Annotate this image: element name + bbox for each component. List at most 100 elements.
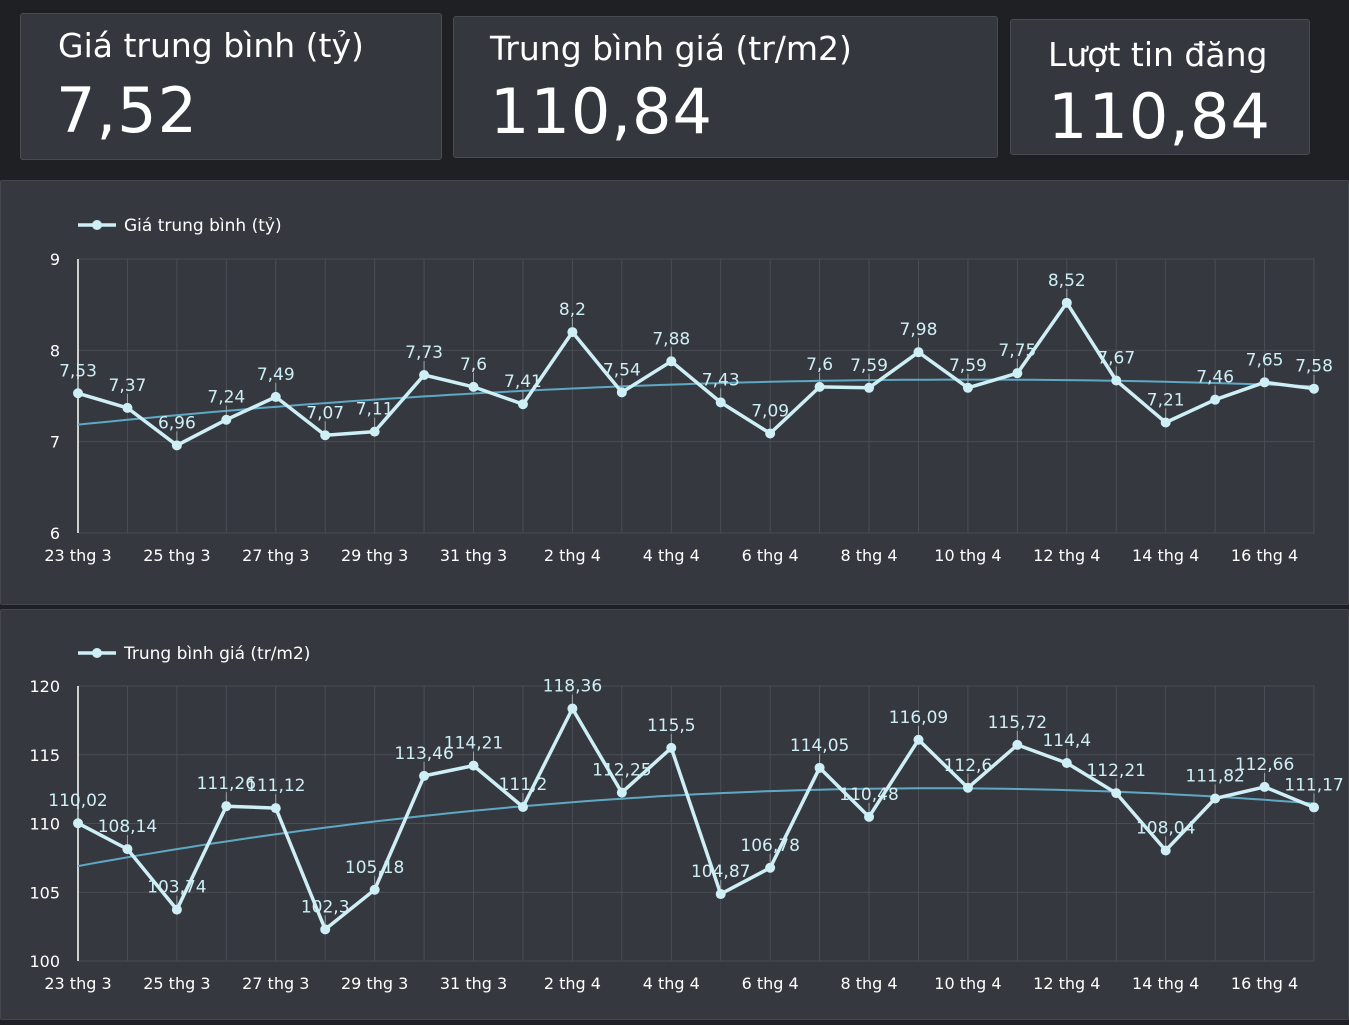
data-label: 105,18	[345, 858, 404, 878]
data-label: 7,21	[1147, 390, 1185, 410]
data-label: 7,67	[1097, 348, 1135, 368]
legend-label: Trung bình giá (tr/m2)	[123, 644, 310, 664]
x-tick-label: 6 thg 4	[742, 974, 799, 993]
y-tick-label: 105	[29, 883, 60, 902]
data-point	[221, 801, 232, 812]
trendline	[77, 787, 1315, 868]
data-label: 114,21	[444, 734, 503, 754]
data-point	[517, 399, 528, 410]
data-label: 114,4	[1042, 731, 1091, 751]
data-label: 108,14	[98, 817, 157, 837]
y-tick-label: 120	[29, 677, 60, 696]
data-label: 112,66	[1235, 755, 1294, 775]
data-point	[270, 391, 281, 402]
data-point	[171, 904, 182, 915]
x-tick-label: 27 thg 3	[242, 974, 309, 993]
x-tick-label: 31 thg 3	[440, 546, 507, 565]
data-point	[913, 347, 924, 358]
legend-label: Giá trung bình (tỷ)	[124, 216, 282, 236]
kpi-title: Lượt tin đăng	[1048, 35, 1268, 74]
data-label: 114,05	[790, 736, 849, 756]
y-tick-label: 6	[50, 524, 60, 543]
kpi-card-listings: Lượt tin đăng 110,84	[1010, 19, 1310, 155]
data-point	[1210, 394, 1221, 405]
data-label: 7,6	[460, 355, 487, 375]
x-tick-label: 4 thg 4	[643, 546, 700, 565]
data-label: 111,12	[246, 776, 305, 796]
data-point	[814, 762, 825, 773]
data-label: 110,02	[48, 791, 107, 811]
data-label: 7,37	[109, 376, 147, 396]
data-label: 7,24	[207, 388, 245, 408]
x-tick-label: 10 thg 4	[934, 546, 1001, 565]
data-point	[1061, 758, 1072, 768]
data-label: 115,72	[988, 713, 1047, 733]
data-label: 7,11	[356, 400, 394, 420]
data-label: 7,53	[59, 361, 97, 381]
data-point	[320, 430, 331, 441]
y-tick-label: 115	[29, 746, 60, 765]
x-tick-label: 25 thg 3	[143, 974, 210, 993]
x-tick-label: 2 thg 4	[544, 546, 601, 565]
data-label: 8,2	[559, 300, 586, 320]
data-label: 104,87	[691, 862, 750, 882]
data-label: 7,59	[949, 356, 987, 376]
data-point	[864, 382, 875, 393]
legend-marker	[92, 220, 102, 230]
data-point	[765, 428, 776, 439]
x-tick-label: 25 thg 3	[143, 546, 210, 565]
data-point	[962, 382, 973, 393]
data-label: 7,46	[1196, 368, 1234, 388]
data-label: 118,36	[543, 677, 602, 697]
data-label: 7,65	[1246, 350, 1284, 370]
data-point	[1259, 377, 1270, 388]
data-point	[1309, 383, 1319, 394]
data-label: 111,2	[499, 775, 548, 795]
data-label: 7,59	[850, 356, 888, 376]
kpi-value: 7,52	[56, 74, 199, 147]
kpi-title: Giá trung bình (tỷ)	[58, 26, 364, 65]
data-point	[666, 356, 677, 367]
chart-panel-price-per-m2: 100 105 110 115 120 23 thg 3 25 thg 3 27 thg 3 2…	[0, 609, 1349, 1020]
price-per-m2-line-chart: 100 105 110 115 120 23 thg 3 25 thg 3 27 thg 3 2…	[29, 644, 1343, 993]
data-label: 7,75	[998, 341, 1036, 361]
x-tick-label: 29 thg 3	[341, 974, 408, 993]
kpi-title: Trung bình giá (tr/m2)	[490, 29, 852, 68]
data-point	[715, 397, 726, 408]
data-point	[468, 760, 479, 771]
x-tick-label: 14 thg 4	[1132, 546, 1199, 565]
legend-marker	[92, 648, 102, 658]
series-line	[77, 706, 1315, 932]
data-label: 108,04	[1136, 818, 1195, 838]
data-label: 106,78	[740, 836, 799, 856]
data-label: 7,6	[806, 355, 833, 375]
x-tick-label: 23 thg 3	[44, 974, 111, 993]
x-tick-label: 12 thg 4	[1033, 546, 1100, 565]
data-label: 7,07	[306, 403, 344, 423]
data-point	[171, 440, 182, 451]
data-label: 103,74	[147, 878, 206, 898]
data-point	[73, 388, 83, 399]
y-tick-label: 8	[50, 341, 60, 360]
x-tick-label: 10 thg 4	[934, 974, 1001, 993]
data-label: 6,96	[158, 413, 196, 433]
kpi-value: 110,84	[1048, 80, 1271, 153]
data-label: 112,6	[944, 756, 993, 776]
data-point	[666, 742, 677, 753]
data-point	[814, 381, 825, 392]
data-point	[1111, 788, 1122, 799]
y-tick-label: 110	[29, 815, 60, 834]
data-label: 110,48	[839, 785, 898, 805]
kpi-card-price-per-m2: Trung bình giá (tr/m2) 110,84	[453, 16, 998, 158]
data-point	[320, 924, 331, 935]
data-point	[369, 426, 380, 437]
data-label: 7,73	[405, 343, 443, 363]
data-point	[1160, 845, 1171, 856]
x-tick-label: 27 thg 3	[242, 546, 309, 565]
data-label: 112,25	[592, 761, 651, 781]
data-point	[1210, 793, 1221, 804]
kpi-card-avg-price: Giá trung bình (tỷ) 7,52	[20, 13, 442, 160]
data-point	[1012, 739, 1023, 750]
data-point	[468, 381, 479, 392]
data-label: 7,09	[751, 401, 789, 421]
